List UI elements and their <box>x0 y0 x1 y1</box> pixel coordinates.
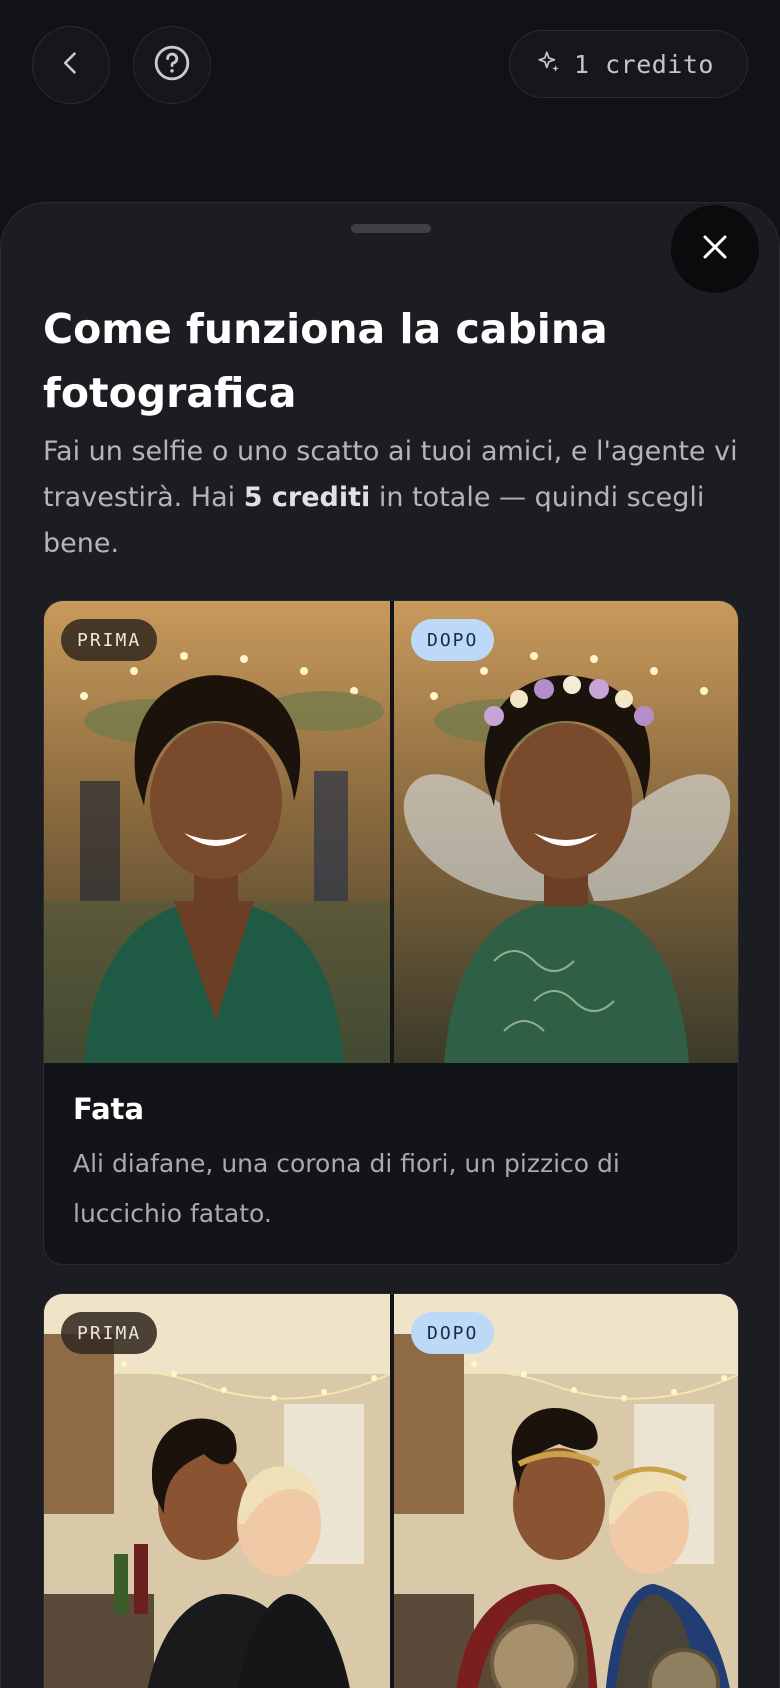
before-after-images: PRIMA DOPO <box>44 601 738 1063</box>
close-button[interactable] <box>671 205 759 293</box>
sheet-drag-handle[interactable] <box>351 224 431 233</box>
top-bar: 1 credito <box>0 0 780 200</box>
example-description: Ali diafane, una corona di fiori, un piz… <box>73 1149 620 1228</box>
before-photo: PRIMA <box>44 601 390 1063</box>
before-after-images: PRIMA DOPO <box>44 1294 738 1688</box>
back-button[interactable] <box>32 26 110 104</box>
after-photo: DOPO <box>394 601 738 1063</box>
after-badge: DOPO <box>411 619 495 661</box>
subtitle-credits-highlight: 5 crediti <box>243 482 371 513</box>
before-badge: PRIMA <box>61 1312 158 1354</box>
sheet-subtitle: Fai un selfie o uno scatto ai tuoi amici… <box>43 429 743 567</box>
after-badge: DOPO <box>411 1312 495 1354</box>
after-photo: DOPO <box>394 1294 738 1688</box>
how-it-works-sheet: Come funziona la cabina fotografica Fai … <box>0 202 780 1688</box>
credit-counter[interactable]: 1 credito <box>509 30 748 98</box>
credit-label: 1 credito <box>574 49 714 79</box>
help-button[interactable] <box>133 26 211 104</box>
example-title: Fata <box>73 1092 145 1126</box>
example-card-superheroes: PRIMA DOPO <box>43 1293 739 1688</box>
sheet-title: Come funziona la cabina fotografica <box>43 305 608 417</box>
chevron-left-icon <box>57 49 85 81</box>
before-badge: PRIMA <box>61 619 158 661</box>
example-card-fairy: PRIMA DOPO Fata Ali diafane, una corona … <box>43 600 739 1265</box>
sparkle-icon <box>536 49 562 79</box>
close-icon <box>700 232 730 266</box>
question-circle-icon <box>153 44 191 86</box>
before-photo: PRIMA <box>44 1294 390 1688</box>
